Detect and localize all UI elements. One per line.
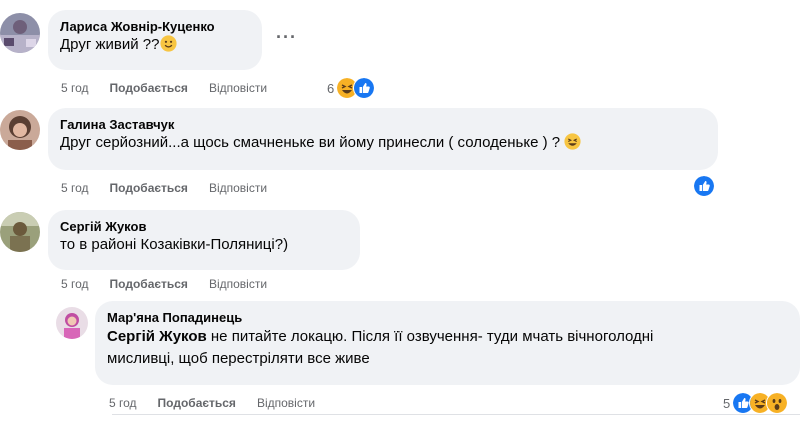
slightly-smiling-face-icon [160, 35, 178, 52]
like-icon [693, 175, 715, 197]
comment-text: Друг живий ?? [60, 35, 250, 55]
comment-bubble: Лариса Жовнір-Куценко Друг живий ?? [48, 10, 262, 70]
comment-text: Сергій Жуков не питайте локацю. Після її… [107, 328, 654, 367]
comment-author[interactable]: Мар'яна Попадинець [107, 309, 788, 326]
reply-button[interactable]: Відповісти [209, 180, 267, 196]
reactions-summary[interactable]: 6 [327, 77, 376, 99]
wow-icon [766, 392, 789, 414]
comment-meta: 5 год Подобається Відповісти [109, 395, 336, 411]
like-icon [353, 77, 376, 99]
reply-bubble: Мар'яна Попадинець Сергій Жуков не питай… [95, 301, 800, 385]
comment-time[interactable]: 5 год [61, 80, 89, 96]
reaction-count: 5 [723, 395, 731, 411]
comment-author[interactable]: Сергій Жуков [60, 218, 348, 235]
avatar[interactable] [0, 110, 40, 150]
reply-button[interactable]: Відповісти [257, 395, 315, 411]
comment-bubble: Галина Заставчук Друг серйозний...а щось… [48, 108, 718, 170]
comment-text: то в районі Козаківки-Поляниці?) [60, 236, 289, 253]
divider [112, 414, 800, 415]
comment-time[interactable]: 5 год [61, 276, 89, 292]
comment-meta: 5 год Подобається Відповісти [61, 276, 288, 292]
like-button[interactable]: Подобається [110, 180, 188, 196]
avatar[interactable] [0, 212, 40, 252]
comment-author[interactable]: Галина Заставчук [60, 116, 706, 133]
like-button[interactable]: Подобається [110, 276, 188, 292]
reactions-summary[interactable] [693, 175, 715, 197]
comment-time[interactable]: 5 год [109, 395, 137, 411]
comment-author[interactable]: Лариса Жовнір-Куценко [60, 18, 250, 35]
reactions-summary[interactable]: 5 [723, 392, 789, 414]
avatar[interactable] [0, 13, 40, 53]
reaction-count: 6 [327, 80, 335, 96]
comment-time[interactable]: 5 год [61, 180, 89, 196]
comment-meta: 5 год Подобається Відповісти [61, 80, 288, 96]
like-button[interactable]: Подобається [158, 395, 236, 411]
avatar[interactable] [56, 307, 88, 339]
reply-button[interactable]: Відповісти [209, 276, 267, 292]
more-options-button[interactable]: ··· [276, 27, 297, 48]
like-button[interactable]: Подобається [110, 80, 188, 96]
grinning-face-icon [564, 133, 581, 150]
comment-text: Друг серйозний...а щось смачненьке ви йо… [60, 133, 706, 153]
comment-bubble: Сергій Жуков то в районі Козаківки-Полян… [48, 210, 360, 270]
mention-link[interactable]: Сергій Жуков [107, 328, 207, 345]
reply-button[interactable]: Відповісти [209, 80, 267, 96]
comment-meta: 5 год Подобається Відповісти [61, 180, 288, 196]
